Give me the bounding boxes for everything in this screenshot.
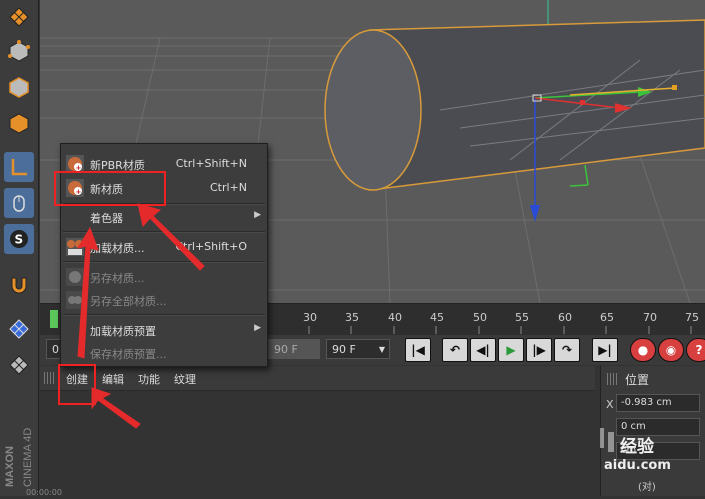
- menu-item-save-material-as: 另存材质...: [61, 266, 267, 288]
- min-frame-field[interactable]: 90 F: [268, 339, 320, 359]
- menu-item-shortcut: Ctrl+N: [209, 181, 247, 194]
- snap-icon[interactable]: S: [4, 224, 34, 254]
- tweak-mode-icon[interactable]: [4, 188, 34, 218]
- prev-key-button[interactable]: ↶: [442, 338, 468, 362]
- menu-separator: [63, 231, 265, 233]
- goto-end-button[interactable]: ▶|: [592, 338, 618, 362]
- menu-item-label: 加载材质预置: [90, 325, 156, 338]
- menu-item-shader[interactable]: 着色器 ▶: [61, 206, 267, 228]
- menu-item-label: 保存材质预置...: [90, 348, 167, 361]
- annotation-box-new-material: [54, 171, 166, 206]
- menu-function[interactable]: 功能: [138, 371, 160, 387]
- x-label: X: [606, 398, 614, 411]
- panel-grip-icon[interactable]: [44, 372, 54, 384]
- menu-item-label: 加载材质...: [90, 242, 145, 255]
- points-mode-icon[interactable]: [4, 36, 34, 66]
- watermark-line2: aidu.com: [604, 458, 671, 473]
- menu-item-save-all-materials-as: 另存全部材质...: [61, 289, 267, 311]
- polygon-mode-icon[interactable]: [4, 2, 34, 32]
- x-position-field[interactable]: -0.983 cm: [616, 394, 700, 412]
- max-frame-field[interactable]: 90 F ▼: [326, 339, 390, 359]
- keyframe-selection-button[interactable]: ?: [686, 338, 705, 362]
- menu-item-shortcut: Ctrl+Shift+N: [175, 157, 247, 170]
- menu-separator: [63, 314, 265, 316]
- next-key-button[interactable]: ↷: [554, 338, 580, 362]
- play-button[interactable]: ▶: [498, 338, 524, 362]
- submenu-arrow-icon: ▶: [254, 210, 261, 220]
- record-button[interactable]: ●: [630, 338, 656, 362]
- menu-item-load-materials[interactable]: 加载材质... Ctrl+Shift+O: [61, 236, 267, 258]
- menu-item-save-material-preset: 保存材质预置...: [61, 342, 267, 364]
- material-list-area[interactable]: [40, 391, 595, 496]
- cinema4d-logo: MAXON CINEMA 4D: [0, 392, 38, 492]
- annotation-box-create-menu: [58, 364, 96, 405]
- next-frame-button[interactable]: |▶: [526, 338, 552, 362]
- menu-item-label: 着色器: [90, 212, 123, 225]
- menu-item-shortcut: Ctrl+Shift+O: [175, 240, 247, 253]
- watermark-line1: 经验: [620, 437, 654, 457]
- watermark: 经验 aidu.com (对): [590, 420, 705, 496]
- save-material-icon: [66, 268, 84, 286]
- magnet-icon[interactable]: [4, 270, 34, 300]
- polygons-mode-icon[interactable]: [4, 108, 34, 138]
- position-title: 位置: [625, 373, 650, 387]
- goto-start-button[interactable]: |◀: [405, 338, 431, 362]
- svg-text:S: S: [15, 233, 24, 247]
- left-toolbar: S MAXON CINEMA 4D: [0, 0, 39, 496]
- save-all-materials-icon: [66, 291, 84, 309]
- material-manager-menubar: 创建 编辑 功能 纹理: [40, 366, 595, 391]
- menu-edit[interactable]: 编辑: [102, 371, 124, 387]
- max-frame-value: 90 F: [332, 343, 356, 356]
- menu-separator: [63, 261, 265, 263]
- logo-product: CINEMA 4D: [22, 428, 34, 487]
- workplane-lock-icon[interactable]: [4, 314, 34, 344]
- menu-item-load-material-preset[interactable]: 加载材质预置 ▶: [61, 319, 267, 341]
- axis-mode-icon[interactable]: [4, 152, 34, 182]
- load-material-icon: [66, 238, 84, 256]
- edges-mode-icon[interactable]: [4, 72, 34, 102]
- menu-texture[interactable]: 纹理: [174, 371, 196, 387]
- panel-grip-icon[interactable]: [607, 373, 617, 385]
- menu-item-label: 另存材质...: [90, 272, 145, 285]
- autokey-button[interactable]: ◉: [658, 338, 684, 362]
- logo-brand: MAXON: [4, 446, 16, 487]
- watermark-line3: (对): [638, 482, 656, 493]
- prev-frame-button[interactable]: ◀|: [470, 338, 496, 362]
- submenu-arrow-icon: ▶: [254, 323, 261, 333]
- menu-item-label: 另存全部材质...: [90, 295, 167, 308]
- workplane-icon[interactable]: [4, 350, 34, 380]
